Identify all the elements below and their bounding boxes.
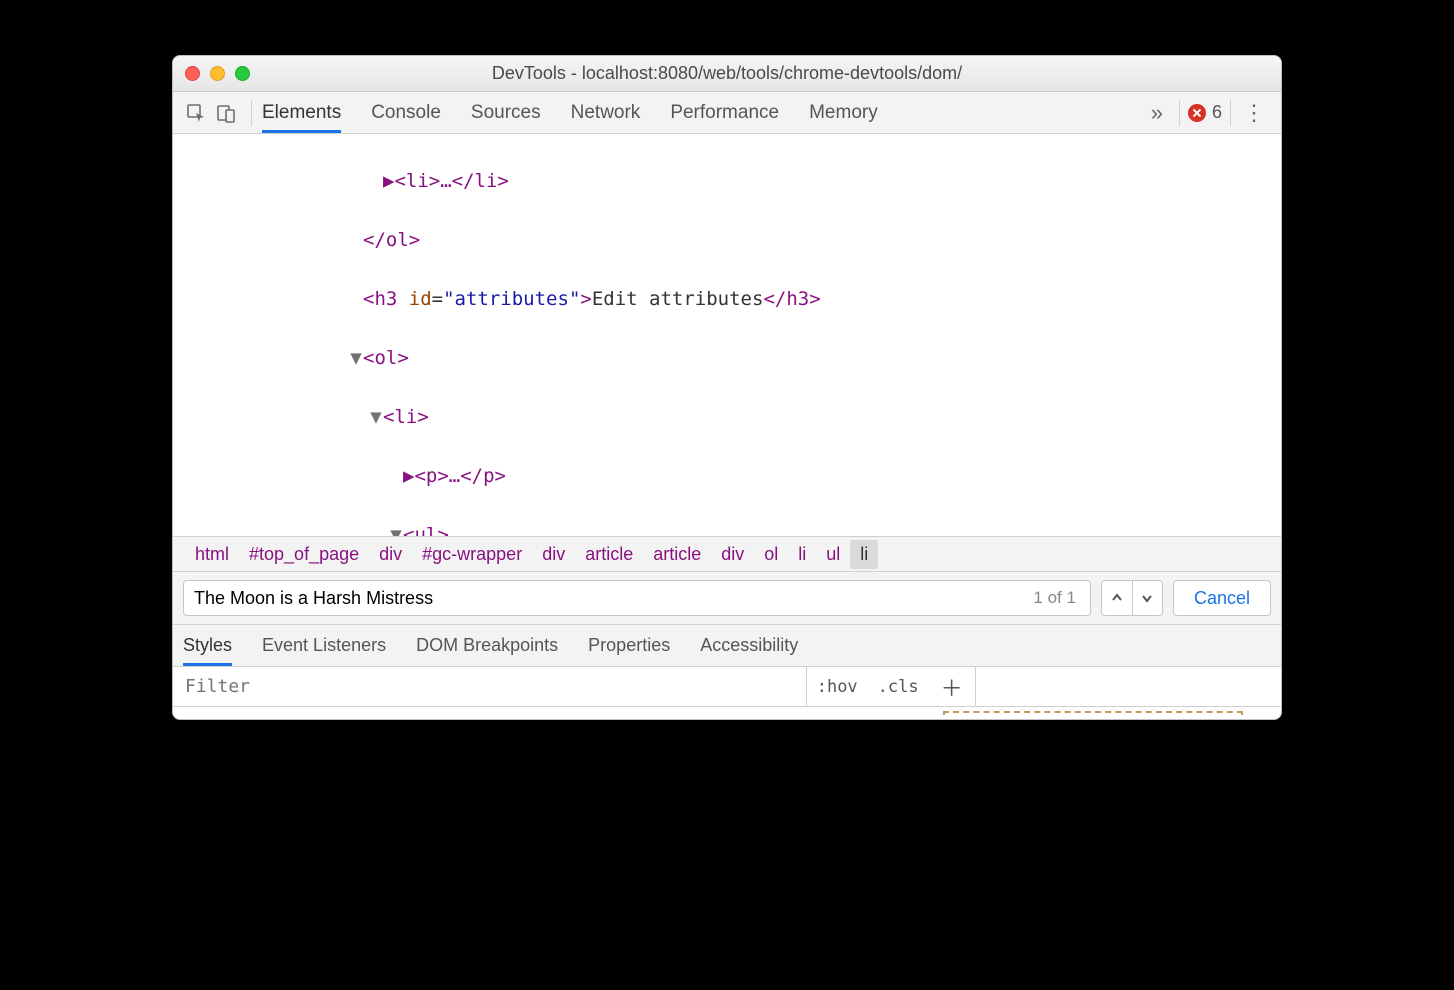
titlebar: DevTools - localhost:8080/web/tools/chro… (173, 56, 1281, 92)
find-cancel-button[interactable]: Cancel (1173, 580, 1271, 616)
crumb-article[interactable]: article (643, 540, 711, 569)
tab-elements[interactable]: Elements (262, 92, 341, 133)
styles-content-area (173, 707, 1281, 719)
expand-arrow-icon[interactable]: ▼ (389, 521, 403, 536)
subtab-styles[interactable]: Styles (183, 625, 232, 666)
crumb-article[interactable]: article (575, 540, 643, 569)
dom-node[interactable]: ▶<li>…</li> (383, 170, 509, 192)
find-next-button[interactable] (1132, 581, 1162, 615)
crumb-li-selected[interactable]: li (850, 540, 878, 569)
crumb-ol[interactable]: ol (754, 540, 788, 569)
tab-memory[interactable]: Memory (809, 92, 878, 133)
dom-tree[interactable]: ▶<li>…</li> </ol> <h3 id="attributes">Ed… (173, 134, 1281, 536)
tab-network[interactable]: Network (571, 92, 641, 133)
styles-filter-input[interactable] (173, 667, 807, 706)
styles-filter-toolbar: :hov .cls ＋ (173, 667, 1281, 707)
zoom-window-button[interactable] (235, 66, 250, 81)
inspect-element-icon[interactable] (181, 98, 211, 128)
crumb-div[interactable]: div (711, 540, 754, 569)
expand-arrow-icon[interactable]: ▼ (369, 403, 383, 432)
toolbar-separator (1230, 100, 1231, 126)
toolbar-separator (1179, 100, 1180, 126)
find-step-buttons (1101, 580, 1163, 616)
subtab-event-listeners[interactable]: Event Listeners (262, 625, 386, 666)
toggle-cls-button[interactable]: .cls (868, 667, 929, 706)
toolbar-separator (251, 100, 252, 126)
tab-console[interactable]: Console (371, 92, 441, 133)
close-window-button[interactable] (185, 66, 200, 81)
subtab-accessibility[interactable]: Accessibility (700, 625, 798, 666)
toggle-hov-button[interactable]: :hov (807, 667, 868, 706)
dom-node[interactable]: ▶<p>…</p> (403, 465, 506, 487)
dom-node[interactable]: </ol> (363, 229, 420, 251)
find-bar: 1 of 1 Cancel (173, 572, 1281, 625)
window-title: DevTools - localhost:8080/web/tools/chro… (173, 63, 1281, 84)
subtab-dom-breakpoints[interactable]: DOM Breakpoints (416, 625, 558, 666)
find-input[interactable] (194, 588, 1025, 609)
error-icon (1188, 104, 1206, 122)
crumb-html[interactable]: html (185, 540, 239, 569)
dom-node[interactable]: <h3 (363, 288, 409, 310)
settings-kebab-icon[interactable]: ⋮ (1235, 102, 1273, 124)
devtools-window: DevTools - localhost:8080/web/tools/chro… (172, 55, 1282, 720)
dom-node[interactable]: <li> (383, 406, 429, 428)
subtab-properties[interactable]: Properties (588, 625, 670, 666)
new-style-rule-button[interactable]: ＋ (929, 667, 976, 706)
crumb-top-of-page[interactable]: #top_of_page (239, 540, 369, 569)
expand-arrow-icon[interactable]: ▼ (349, 344, 363, 373)
find-prev-button[interactable] (1102, 581, 1132, 615)
more-tabs-icon[interactable]: » (1145, 100, 1169, 126)
crumb-li[interactable]: li (788, 540, 816, 569)
tab-performance[interactable]: Performance (670, 92, 779, 133)
find-input-wrapper: 1 of 1 (183, 580, 1091, 616)
error-count-badge[interactable]: 6 (1184, 102, 1226, 123)
error-count: 6 (1212, 102, 1222, 123)
find-result-count: 1 of 1 (1025, 588, 1084, 608)
crumb-div[interactable]: div (532, 540, 575, 569)
styles-panel-tabs: Styles Event Listeners DOM Breakpoints P… (173, 625, 1281, 667)
crumb-gc-wrapper[interactable]: #gc-wrapper (412, 540, 532, 569)
main-toolbar: Elements Console Sources Network Perform… (173, 92, 1281, 134)
minimize-window-button[interactable] (210, 66, 225, 81)
box-model-margin-outline (943, 711, 1243, 715)
window-traffic-lights (185, 66, 250, 81)
dom-node[interactable]: <ol> (363, 347, 409, 369)
device-toolbar-icon[interactable] (211, 98, 241, 128)
tab-sources[interactable]: Sources (471, 92, 541, 133)
dom-node[interactable]: <ul> (403, 524, 449, 536)
panel-tabs: Elements Console Sources Network Perform… (262, 92, 878, 133)
crumb-div[interactable]: div (369, 540, 412, 569)
dom-breadcrumbs: html #top_of_page div #gc-wrapper div ar… (173, 536, 1281, 572)
computed-sidebar (976, 667, 1281, 706)
crumb-ul[interactable]: ul (816, 540, 850, 569)
